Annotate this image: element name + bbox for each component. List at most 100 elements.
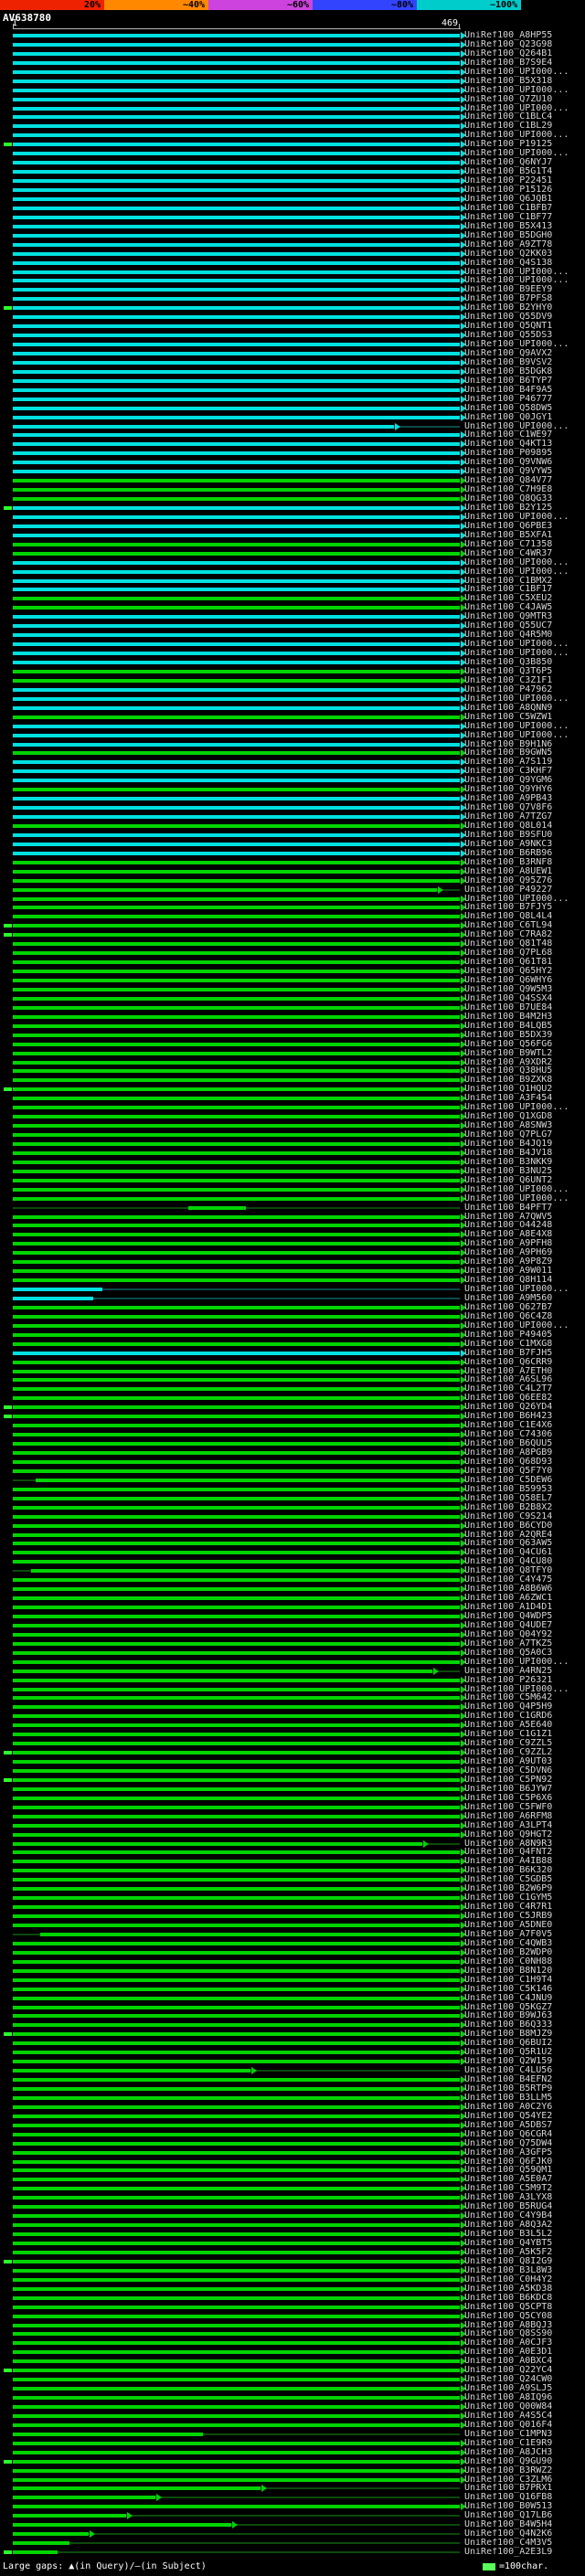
hit-label[interactable]: UniRef100_C1BLC4 [464,112,585,122]
alignment-bar[interactable] [13,2205,460,2210]
hit-row[interactable]: UniRef100_UPI000... [0,1185,585,1194]
alignment-bar[interactable] [13,924,460,928]
alignment-bar[interactable] [13,878,460,883]
hit-row[interactable]: UniRef100_Q7PLG7 [0,1130,585,1140]
alignment-bar[interactable] [13,2104,460,2109]
hit-row[interactable]: UniRef100_A0C2Y6 [0,2103,585,2112]
alignment-bar[interactable] [13,1551,460,1555]
alignment-bar[interactable] [13,360,460,365]
hit-label[interactable]: UniRef100_Q4FNT2 [464,1848,585,1857]
hit-label[interactable]: UniRef100_Q264B1 [464,49,585,58]
hit-row[interactable]: UniRef100_UPI000... [0,1658,585,1667]
hit-row[interactable]: UniRef100_Q6WHY6 [0,976,585,985]
hit-row[interactable]: UniRef100_Q6FJK0 [0,2157,585,2167]
hit-row[interactable]: UniRef100_C71358 [0,540,585,549]
hit-label[interactable]: UniRef100_A5KD38 [464,2284,585,2294]
alignment-bar[interactable] [13,860,460,864]
hit-row[interactable]: UniRef100_Q58EL7 [0,1494,585,1503]
alignment-bar[interactable] [13,942,460,947]
hit-row[interactable]: UniRef100_A2QRE4 [0,1531,585,1540]
alignment-bar[interactable] [13,2041,460,2046]
hit-row[interactable]: UniRef100_Q26YD4 [0,1403,585,1412]
alignment-bar[interactable] [13,1532,460,1537]
hit-row[interactable]: UniRef100_B4F9A5 [0,386,585,395]
hit-label[interactable]: UniRef100_B6CYD0 [464,1521,585,1531]
hit-label[interactable]: UniRef100_B3RWZ2 [464,2466,585,2475]
hit-label[interactable]: UniRef100_B9WJ63 [464,2011,585,2020]
alignment-bar[interactable] [13,461,460,465]
hit-label[interactable]: UniRef100_C4JAW5 [464,603,585,612]
alignment-bar[interactable] [13,2369,460,2373]
alignment-bar[interactable] [13,933,460,938]
hit-row[interactable]: UniRef100_B2W6P9 [0,1884,585,1893]
hit-row[interactable]: UniRef100_C7RA82 [0,930,585,939]
hit-label[interactable]: UniRef100_Q24CW0 [464,2375,585,2384]
hit-row[interactable]: UniRef100_Q38HU5 [0,1066,585,1076]
hit-label[interactable]: UniRef100_C1E9R9 [464,2439,585,2448]
alignment-bar[interactable] [13,1069,460,1074]
hit-row[interactable]: UniRef100_B6K320 [0,1866,585,1875]
hit-row[interactable]: UniRef100_Q04Y92 [0,1630,585,1639]
hit-row[interactable]: UniRef100_UPI000... [0,513,585,522]
hit-row[interactable]: UniRef100_Q8I2G9 [0,2257,585,2266]
hit-label[interactable]: UniRef100_C1BL29 [464,122,585,131]
hit-row[interactable]: UniRef100_C0NH88 [0,1957,585,1966]
alignment-bar[interactable] [13,2005,460,2009]
alignment-bar[interactable] [13,1596,460,1601]
hit-row[interactable]: UniRef100_Q7V8F6 [0,803,585,812]
alignment-bar[interactable] [13,351,460,355]
hit-row[interactable]: UniRef100_UPI000... [0,149,585,158]
hit-label[interactable]: UniRef100_A9PH69 [464,1248,585,1257]
hit-label[interactable]: UniRef100_Q4SSX4 [464,994,585,1003]
hit-label[interactable]: UniRef100_Q627B7 [464,1303,585,1312]
hit-row[interactable]: UniRef100_B2Y125 [0,504,585,513]
alignment-bar[interactable] [13,2550,58,2555]
alignment-bar[interactable] [13,2214,460,2219]
hit-label[interactable]: UniRef100_C5GDB5 [464,1875,585,1884]
alignment-bar[interactable] [13,2286,460,2291]
hit-label[interactable]: UniRef100_Q55DS3 [464,331,585,340]
hit-row[interactable]: UniRef100_A4S5C4 [0,2412,585,2421]
hit-row[interactable]: UniRef100_A8IQ96 [0,2393,585,2402]
hit-row[interactable]: UniRef100_Q5QNT1 [0,322,585,331]
alignment-bar[interactable] [13,514,460,519]
hit-label[interactable]: UniRef100_Q4CU80 [464,1557,585,1566]
hit-row[interactable]: UniRef100_B9VSV2 [0,358,585,367]
alignment-bar[interactable] [13,1650,460,1655]
alignment-bar[interactable] [13,2196,460,2200]
hit-label[interactable]: UniRef100_Q4S138 [464,259,585,268]
hit-label[interactable]: UniRef100_Q4KT13 [464,440,585,449]
hit-label[interactable]: UniRef100_Q9AVX2 [464,349,585,358]
alignment-bar[interactable] [13,2378,460,2382]
hit-label[interactable]: UniRef100_B5DX39 [464,1031,585,1040]
hit-row[interactable]: UniRef100_P49405 [0,1330,585,1340]
alignment-bar[interactable] [13,652,460,656]
alignment-bar[interactable] [13,915,460,919]
alignment-bar[interactable] [13,1832,460,1837]
hit-label[interactable]: UniRef100_Q5A0C3 [464,1648,585,1658]
hit-label[interactable]: UniRef100_P22451 [464,176,585,186]
hit-row[interactable]: UniRef100_Q264B1 [0,49,585,58]
hit-row[interactable]: UniRef100_C1E9R9 [0,2439,585,2448]
hit-label[interactable]: UniRef100_Q4N2K6 [464,2529,585,2539]
alignment-bar[interactable] [13,1042,460,1046]
hit-row[interactable]: UniRef100_B9GWN5 [0,748,585,758]
hit-row[interactable]: UniRef100_Q4CU61 [0,1548,585,1557]
alignment-bar[interactable] [13,1860,460,1864]
alignment-bar[interactable] [13,2060,460,2064]
hit-row[interactable]: UniRef100_UPI000... [0,86,585,95]
hit-row[interactable]: UniRef100_Q8L4L4 [0,912,585,921]
hit-row[interactable]: UniRef100_Q54YE2 [0,2112,585,2121]
hit-row[interactable]: UniRef100_A0CJF3 [0,2338,585,2348]
hit-row[interactable]: UniRef100_P22451 [0,176,585,186]
alignment-bar[interactable] [13,2432,203,2436]
hit-label[interactable]: UniRef100_A7TKZ5 [464,1639,585,1648]
hit-label[interactable]: UniRef100_C1BMX2 [464,577,585,586]
alignment-bar[interactable] [13,170,460,175]
alignment-bar[interactable] [13,2359,460,2364]
hit-row[interactable]: UniRef100_C7H9E8 [0,485,585,494]
hit-row[interactable]: UniRef100_A3LYX8 [0,2193,585,2202]
hit-label[interactable]: UniRef100_A8E4X8 [464,1230,585,1239]
hit-row[interactable]: UniRef100_Q16FB8 [0,2493,585,2502]
alignment-bar[interactable] [13,1459,460,1464]
